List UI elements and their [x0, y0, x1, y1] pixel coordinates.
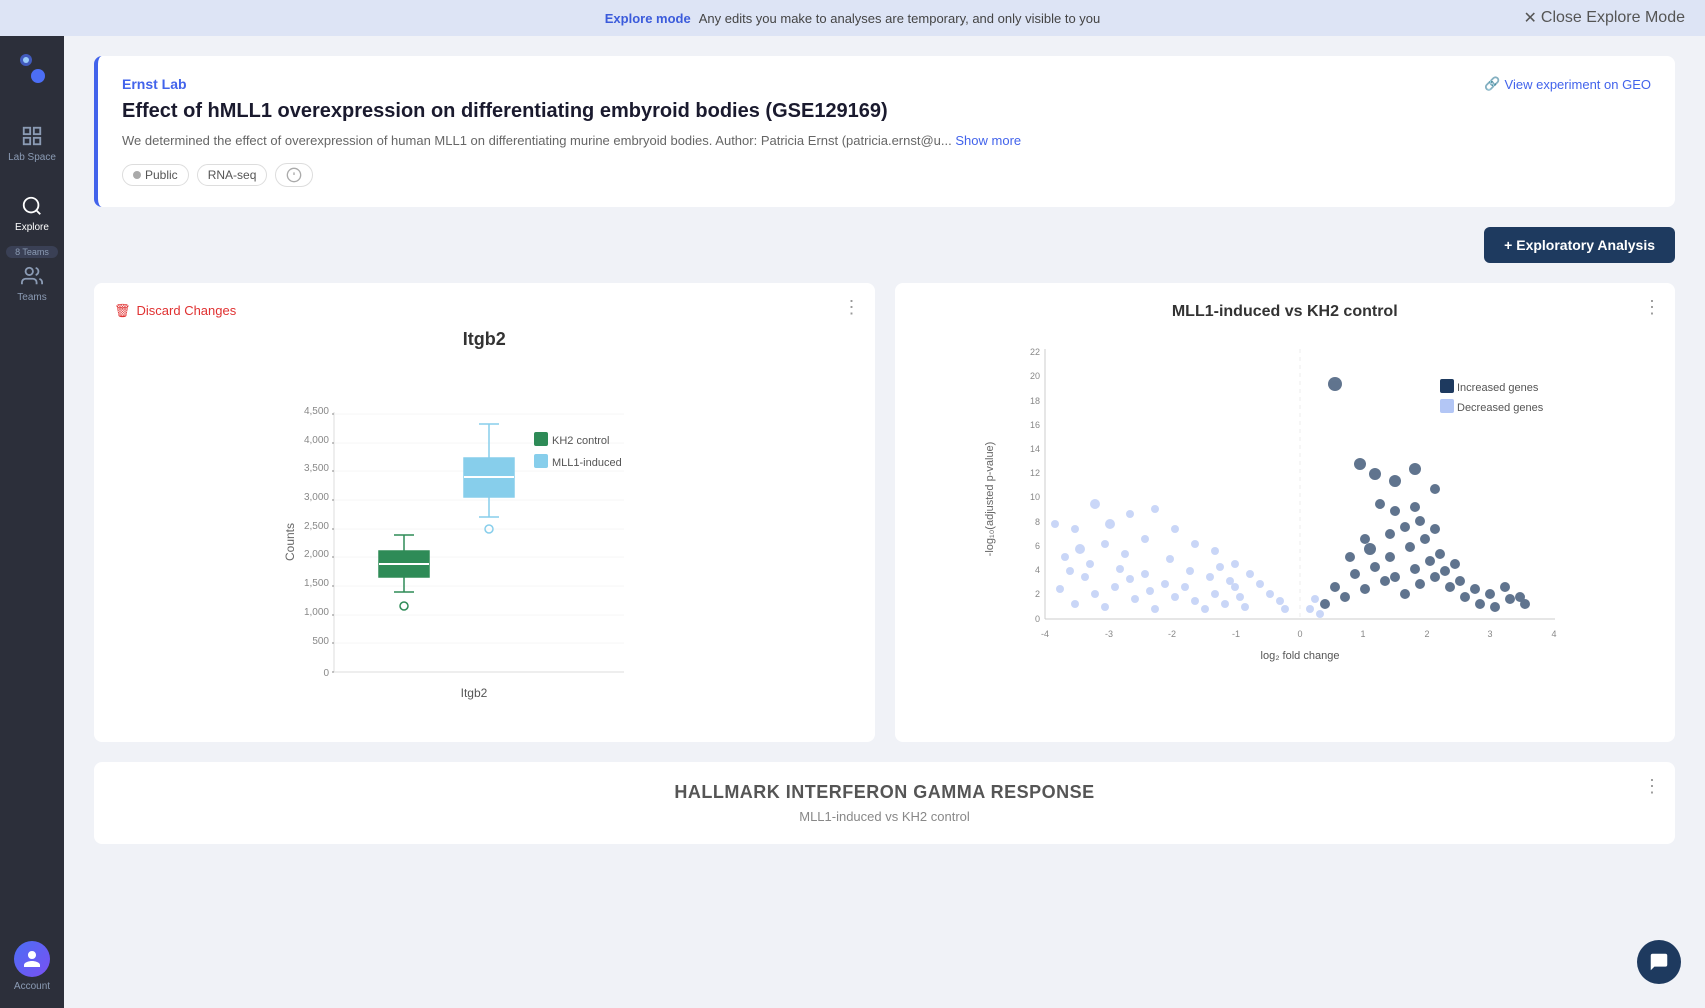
- geo-link[interactable]: 🔗 View experiment on GEO: [1484, 76, 1651, 92]
- experiment-header: 🔗 View experiment on GEO Ernst Lab Effec…: [94, 56, 1675, 207]
- svg-text:Decreased genes: Decreased genes: [1457, 402, 1544, 414]
- banner-message: Any edits you make to analyses are tempo…: [699, 11, 1101, 26]
- svg-text:-log₁₀(adjusted p-value): -log₁₀(adjusted p-value): [984, 441, 996, 556]
- account-label: Account: [14, 981, 50, 992]
- close-explore-button[interactable]: ✕ Close Explore Mode: [1524, 8, 1685, 28]
- experiment-lab: Ernst Lab: [122, 76, 1651, 92]
- content-area: 🔗 View experiment on GEO Ernst Lab Effec…: [64, 36, 1705, 1008]
- volcano-menu-button[interactable]: ⋮: [1643, 297, 1661, 318]
- experiment-description: We determined the effect of overexpressi…: [122, 131, 1651, 151]
- svg-text:14: 14: [1030, 444, 1040, 454]
- app-logo[interactable]: [0, 36, 64, 100]
- lab-space-icon: [20, 124, 44, 148]
- svg-text:12: 12: [1030, 468, 1040, 478]
- svg-text:log₂ fold change: log₂ fold change: [1260, 650, 1339, 662]
- svg-text:-1: -1: [1232, 629, 1240, 639]
- svg-text:3,500: 3,500: [304, 463, 329, 474]
- svg-text:8: 8: [1035, 517, 1040, 527]
- tag-extra: [275, 163, 313, 187]
- svg-text:6: 6: [1035, 541, 1040, 551]
- svg-text:0: 0: [1035, 614, 1040, 624]
- svg-text:18: 18: [1030, 396, 1040, 406]
- svg-text:-2: -2: [1168, 629, 1176, 639]
- sidebar-item-teams[interactable]: Teams 8 Teams: [0, 248, 64, 318]
- boxplot-card: 🗑 Discard Changes ⋮ Itgb2 Counts: [94, 283, 875, 742]
- sidebar-label-lab-space: Lab Space: [8, 152, 56, 163]
- discard-changes-button[interactable]: 🗑 Discard Changes: [114, 303, 855, 319]
- svg-text:4: 4: [1551, 629, 1556, 639]
- svg-text:2,000: 2,000: [304, 549, 329, 560]
- svg-text:4,500: 4,500: [304, 406, 329, 417]
- svg-text:Itgb2: Itgb2: [461, 686, 488, 700]
- sidebar-item-lab-space[interactable]: Lab Space: [0, 108, 64, 178]
- svg-text:Counts: Counts: [283, 522, 297, 560]
- teams-icon: [20, 264, 44, 288]
- explore-mode-label: Explore mode: [605, 11, 691, 26]
- close-icon: ✕: [1524, 8, 1537, 28]
- svg-text:Increased genes: Increased genes: [1457, 382, 1539, 394]
- svg-text:3: 3: [1487, 629, 1492, 639]
- svg-text:1,500: 1,500: [304, 578, 329, 589]
- exploratory-analysis-button[interactable]: + Exploratory Analysis: [1484, 227, 1675, 263]
- explore-banner: Explore mode Any edits you make to analy…: [0, 0, 1705, 36]
- sidebar-bottom: Account: [14, 941, 50, 1008]
- sidebar-label-teams: Teams: [17, 292, 46, 303]
- svg-text:10: 10: [1030, 492, 1040, 502]
- svg-text:2: 2: [1035, 589, 1040, 599]
- volcano-title: MLL1-induced vs KH2 control: [915, 303, 1656, 321]
- svg-text:2: 2: [1424, 629, 1429, 639]
- experiment-title: Effect of hMLL1 overexpression on differ…: [122, 100, 1651, 123]
- svg-text:500: 500: [313, 636, 330, 647]
- svg-text:3,000: 3,000: [304, 492, 329, 503]
- svg-text:4: 4: [1035, 565, 1040, 575]
- svg-text:16: 16: [1030, 420, 1040, 430]
- svg-text:KH2 control: KH2 control: [552, 435, 609, 447]
- svg-text:-4: -4: [1041, 629, 1049, 639]
- boxplot-menu-button[interactable]: ⋮: [843, 297, 861, 318]
- bottom-card: ⋮ HALLMARK INTERFERON GAMMA RESPONSE MLL…: [94, 762, 1675, 844]
- charts-row: 🗑 Discard Changes ⋮ Itgb2 Counts: [94, 283, 1675, 742]
- tag-rna-seq: RNA-seq: [197, 164, 268, 186]
- svg-text:20: 20: [1030, 371, 1040, 381]
- volcano-chart: -log₁₀(adjusted p-value) 0 2 4 6 8 10 12…: [915, 329, 1656, 669]
- account-avatar[interactable]: [14, 941, 50, 977]
- svg-text:22: 22: [1030, 347, 1040, 357]
- trash-icon: 🗑: [114, 303, 131, 319]
- svg-text:0: 0: [324, 668, 330, 679]
- chat-bubble-button[interactable]: [1637, 940, 1681, 984]
- bottom-card-menu-button[interactable]: ⋮: [1643, 776, 1661, 797]
- public-tag-dot: [133, 171, 141, 179]
- svg-text:-3: -3: [1105, 629, 1113, 639]
- svg-text:2,500: 2,500: [304, 521, 329, 532]
- boxplot-chart: Counts 0 500 1,000 1,500: [114, 362, 855, 722]
- volcano-card: ⋮ MLL1-induced vs KH2 control -log₁₀(adj…: [895, 283, 1676, 742]
- analysis-btn-row: + Exploratory Analysis: [94, 227, 1675, 263]
- svg-text:0: 0: [1297, 629, 1302, 639]
- show-more-link[interactable]: Show more: [955, 133, 1021, 148]
- svg-text:1,000: 1,000: [304, 607, 329, 618]
- bottom-card-subtitle: MLL1-induced vs KH2 control: [118, 809, 1651, 824]
- link-icon: 🔗: [1484, 76, 1500, 92]
- svg-text:1: 1: [1360, 629, 1365, 639]
- svg-text:4,000: 4,000: [304, 435, 329, 446]
- experiment-tags: Public RNA-seq: [122, 163, 1651, 187]
- sidebar-item-explore[interactable]: Explore: [0, 178, 64, 248]
- sidebar-label-explore: Explore: [15, 222, 49, 233]
- sidebar: Lab Space Explore Teams 8 Team: [0, 36, 64, 1008]
- tag-public: Public: [122, 164, 189, 186]
- boxplot-title: Itgb2: [114, 329, 855, 350]
- bottom-card-title: HALLMARK INTERFERON GAMMA RESPONSE: [118, 782, 1651, 803]
- svg-text:MLL1-induced: MLL1-induced: [552, 457, 622, 469]
- explore-icon: [20, 194, 44, 218]
- teams-count-badge: 8 Teams: [6, 246, 58, 258]
